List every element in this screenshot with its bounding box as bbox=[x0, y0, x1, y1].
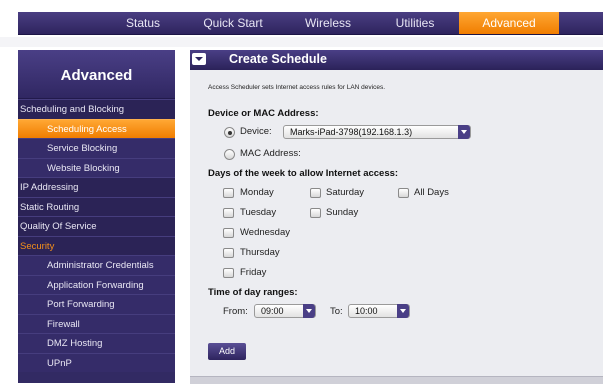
sidebar-item-firewall[interactable]: Firewall bbox=[18, 313, 175, 333]
sidebar-item-service-blocking[interactable]: Service Blocking bbox=[18, 138, 175, 158]
wednesday-checkbox[interactable] bbox=[223, 228, 234, 238]
panel-description: Access Scheduler sets Internet access ru… bbox=[208, 84, 386, 91]
thursday-checkbox[interactable] bbox=[223, 248, 234, 258]
sidebar-title: Advanced bbox=[18, 50, 175, 99]
to-time-select[interactable]: 10:00 bbox=[348, 304, 410, 318]
sidebar-item-scheduling-access[interactable]: Scheduling Access bbox=[18, 118, 175, 138]
sidebar-item-website-blocking[interactable]: Website Blocking bbox=[18, 157, 175, 177]
from-time-value: 09:00 bbox=[261, 306, 284, 316]
friday-checkbox[interactable] bbox=[223, 268, 234, 278]
sidebar-item-upnp[interactable]: UPnP bbox=[18, 352, 175, 372]
from-label: From: bbox=[223, 306, 248, 317]
sunday-checkbox[interactable] bbox=[310, 208, 321, 218]
sidebar-item-port-forwarding[interactable]: Port Forwarding bbox=[18, 294, 175, 314]
top-navigation: Status Quick Start Wireless Utilities Ad… bbox=[18, 12, 603, 35]
device-select[interactable]: Marks-iPad-3798(192.168.1.3) bbox=[283, 125, 471, 139]
add-button[interactable]: Add bbox=[208, 343, 246, 360]
tab-quick-start[interactable]: Quick Start bbox=[188, 12, 278, 34]
sidebar-item-static-routing[interactable]: Static Routing bbox=[18, 196, 175, 216]
tab-wireless[interactable]: Wireless bbox=[278, 12, 378, 34]
collapse-arrow-icon[interactable] bbox=[192, 53, 206, 65]
monday-checkbox[interactable] bbox=[223, 188, 234, 198]
sidebar-item-dmz-hosting[interactable]: DMZ Hosting bbox=[18, 333, 175, 353]
time-section-label: Time of day ranges: bbox=[208, 287, 298, 298]
panel-title: Create Schedule bbox=[229, 52, 327, 66]
mac-address-radio[interactable] bbox=[224, 149, 235, 160]
from-time-select[interactable]: 09:00 bbox=[254, 304, 316, 318]
thursday-label: Thursday bbox=[240, 247, 280, 258]
saturday-label: Saturday bbox=[326, 187, 365, 198]
days-section-label: Days of the week to allow Internet acces… bbox=[208, 168, 399, 179]
wednesday-label: Wednesday bbox=[240, 227, 290, 238]
tab-status[interactable]: Status bbox=[98, 12, 188, 34]
mac-address-radio-label: MAC Address: bbox=[240, 148, 301, 159]
device-section-label: Device or MAC Address: bbox=[208, 108, 319, 119]
all-days-label: All Days bbox=[414, 187, 449, 198]
sidebar-item-ip-addressing[interactable]: IP Addressing bbox=[18, 177, 175, 197]
chevron-down-icon bbox=[397, 304, 409, 318]
device-select-value: Marks-iPad-3798(192.168.1.3) bbox=[290, 127, 413, 137]
chevron-down-icon bbox=[458, 125, 470, 139]
to-label: To: bbox=[330, 306, 343, 317]
to-time-value: 10:00 bbox=[355, 306, 378, 316]
device-radio-label: Device: bbox=[240, 126, 272, 137]
all-days-checkbox[interactable] bbox=[398, 188, 409, 198]
tab-advanced[interactable]: Advanced bbox=[459, 12, 559, 34]
sidebar-item-application-forwarding[interactable]: Application Forwarding bbox=[18, 274, 175, 294]
friday-label: Friday bbox=[240, 267, 267, 278]
tuesday-checkbox[interactable] bbox=[223, 208, 234, 218]
sidebar-item-scheduling-and-blocking[interactable]: Scheduling and Blocking bbox=[18, 99, 175, 119]
tuesday-label: Tuesday bbox=[240, 207, 277, 218]
nav-divider bbox=[0, 37, 603, 47]
tab-utilities[interactable]: Utilities bbox=[370, 12, 460, 34]
sidebar-item-quality-of-service[interactable]: Quality Of Service bbox=[18, 216, 175, 236]
saturday-checkbox[interactable] bbox=[310, 188, 321, 198]
chevron-down-icon bbox=[303, 304, 315, 318]
sunday-label: Sunday bbox=[326, 207, 359, 218]
device-radio[interactable] bbox=[224, 127, 235, 138]
sidebar-item-administrator-credentials[interactable]: Administrator Credentials bbox=[18, 255, 175, 275]
sidebar: Advanced Scheduling and Blocking Schedul… bbox=[18, 50, 175, 383]
monday-label: Monday bbox=[240, 187, 274, 198]
sidebar-item-security[interactable]: Security bbox=[18, 235, 175, 255]
